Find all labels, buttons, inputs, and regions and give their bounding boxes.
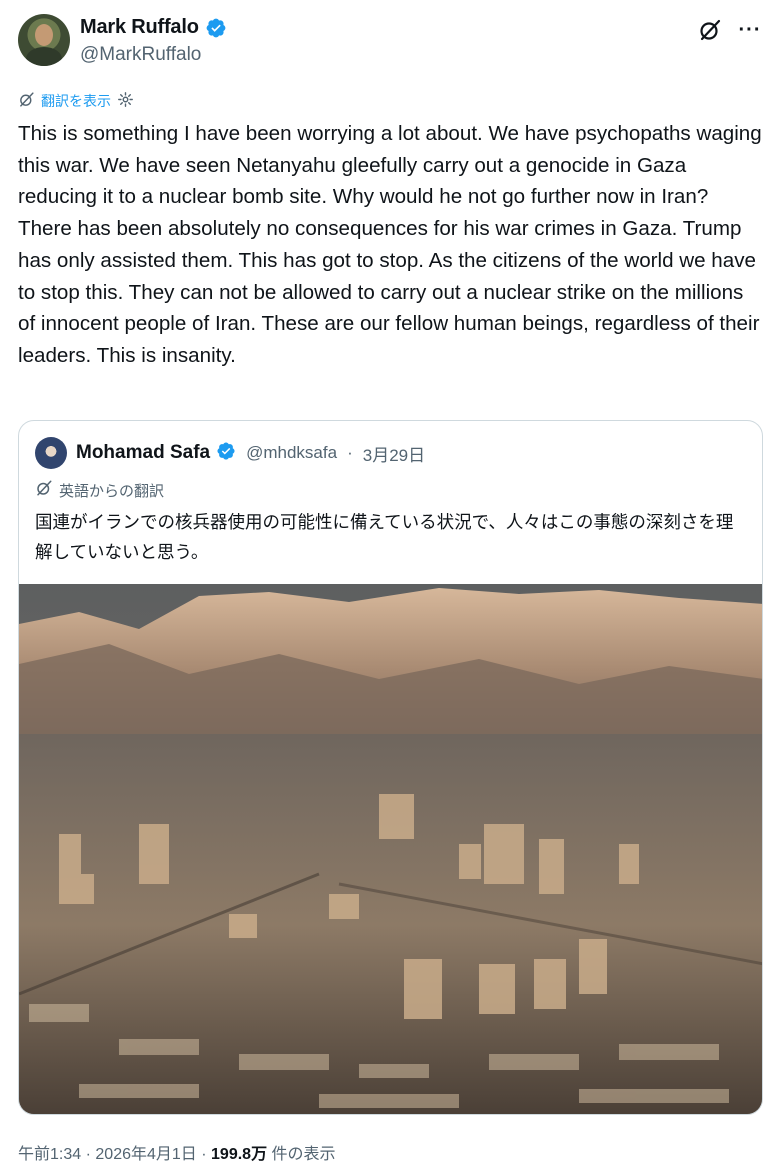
tweet-date[interactable]: 2026年4月1日 — [95, 1146, 196, 1163]
verified-badge-icon — [216, 441, 236, 466]
quoted-author-avatar[interactable] — [35, 437, 67, 469]
tweet-header: Mark Ruffalo @MarkRuffalo ··· — [18, 14, 762, 70]
verified-badge-icon[interactable] — [205, 17, 227, 39]
author-name-row: Mark Ruffalo — [80, 16, 227, 39]
view-count-label: 件の表示 — [271, 1146, 336, 1163]
quoted-tweet-header: Mohamad Safa @mhdksafa · 3月29日 — [35, 437, 425, 469]
tweet-meta: 午前1:34 · 2026年4月1日 · 199.8万 件の表示 — [18, 1140, 336, 1164]
author-handle[interactable]: @MarkRuffalo — [80, 44, 201, 66]
grok-icon — [35, 479, 53, 501]
quoted-tweet[interactable]: Mohamad Safa @mhdksafa · 3月29日 英語からの翻訳 国… — [18, 420, 763, 1115]
header-actions: ··· — [698, 18, 762, 42]
more-icon[interactable]: ··· — [738, 18, 762, 42]
gear-icon[interactable] — [117, 91, 134, 111]
grok-icon[interactable] — [698, 18, 722, 42]
tweet-time[interactable]: 午前1:34 — [18, 1146, 81, 1163]
tweet-text: This is something I have been worrying a… — [18, 122, 762, 367]
translated-from-row: 英語からの翻訳 — [35, 479, 164, 501]
quoted-author-name[interactable]: Mohamad Safa — [76, 442, 210, 464]
separator-dot: · — [201, 1146, 207, 1163]
show-translation-link[interactable]: 翻訳を表示 — [41, 91, 111, 111]
aerial-city-photo[interactable] — [19, 584, 763, 1115]
quoted-author-handle[interactable]: @mhdksafa — [246, 443, 337, 463]
author-avatar[interactable] — [18, 14, 70, 66]
separator-dot: · — [347, 443, 353, 462]
view-count: 199.8万 — [211, 1146, 268, 1163]
quoted-tweet-text: 国連がイランでの核兵器使用の可能性に備えている状況で、人々はこの事態の深刻さを理… — [35, 512, 734, 562]
grok-icon — [18, 91, 35, 111]
show-translation-row[interactable]: 翻訳を表示 — [18, 91, 134, 111]
separator-dot: · — [85, 1146, 91, 1163]
author-name[interactable]: Mark Ruffalo — [80, 16, 199, 39]
quoted-tweet-date[interactable]: 3月29日 — [363, 441, 425, 466]
translated-from-label: 英語からの翻訳 — [59, 482, 165, 500]
